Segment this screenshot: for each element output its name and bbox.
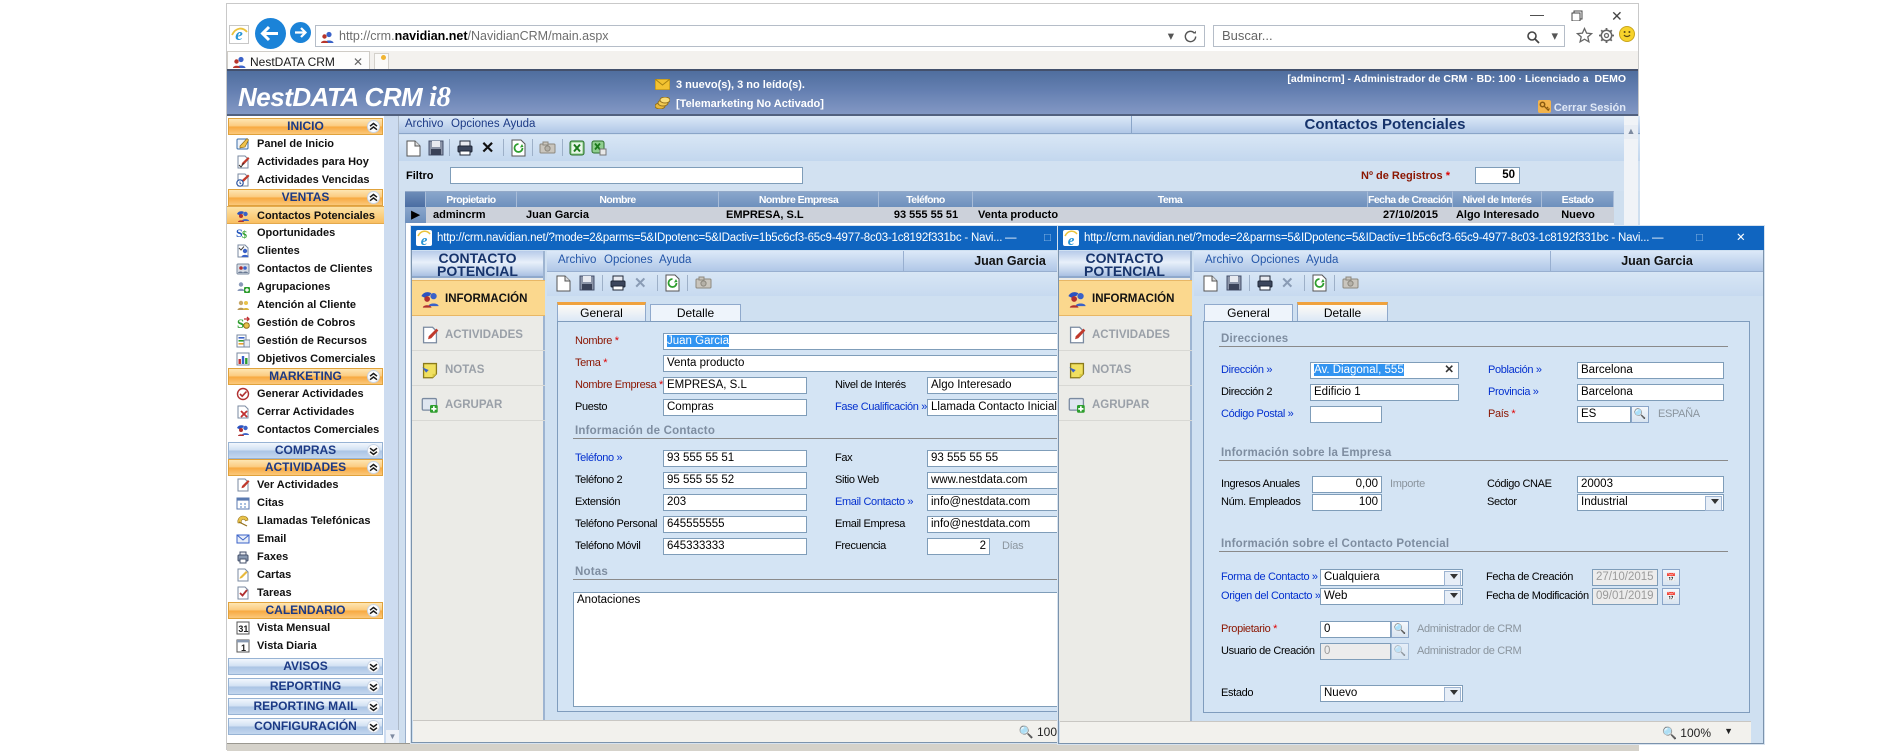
svg-text:1: 1 — [241, 643, 246, 653]
svg-text:31: 31 — [238, 624, 248, 634]
svg-text:S: S — [237, 316, 244, 330]
svg-text:$: $ — [242, 230, 247, 240]
